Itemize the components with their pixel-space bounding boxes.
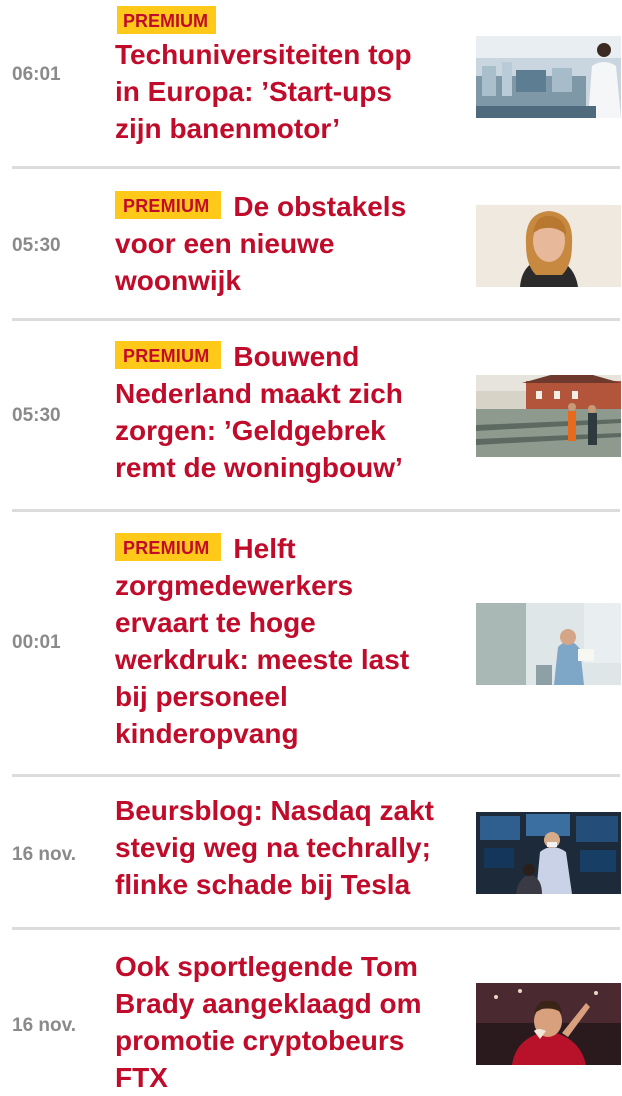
portrait-image	[476, 205, 621, 287]
article-time: 06:01	[12, 64, 61, 85]
article-time: 16 nov.	[12, 844, 77, 865]
article-title-text: Helft zorgmedewerkers ervaart te hoge we…	[115, 533, 410, 749]
healthcare-worker-image	[476, 603, 621, 685]
article-title[interactable]: Ook sportlegende Tom Brady aangeklaagd o…	[115, 948, 435, 1096]
article-time: 05:30	[12, 235, 61, 256]
article-title[interactable]: Techuniversiteiten top in Europa: ’Start…	[115, 36, 435, 147]
stock-exchange-image	[476, 812, 621, 894]
article-time: 05:30	[12, 405, 61, 426]
article-title[interactable]: PREMIUM De obstakels voor een nieuwe woon…	[115, 188, 435, 299]
article-title[interactable]: Beursblog: Nasdaq zakt stevig weg na tec…	[115, 792, 435, 903]
article-item[interactable]: 16 nov. Ook sportlegende Tom Brady aange…	[12, 930, 621, 1096]
premium-badge: PREMIUM	[115, 191, 222, 219]
article-item[interactable]: 05:30 PREMIUM De obstakels voor een nieuw…	[12, 169, 621, 319]
stock-exchange-photo[interactable]	[476, 812, 621, 894]
article-time: 00:01	[12, 632, 61, 653]
article-item[interactable]: 06:01 Techuniversiteiten top in Europa: …	[12, 0, 621, 160]
football-player-photo[interactable]	[476, 983, 621, 1065]
premium-badge: PREMIUM	[115, 533, 222, 561]
football-player-image	[476, 983, 621, 1065]
article-item[interactable]: 05:30 PREMIUM Bouwend Nederland maakt zic…	[12, 321, 621, 509]
article-item[interactable]: 16 nov. Beursblog: Nasdaq zakt stevig we…	[12, 777, 621, 927]
article-title[interactable]: PREMIUM Bouwend Nederland maakt zich zorg…	[115, 338, 435, 486]
article-time: 16 nov.	[12, 1015, 77, 1036]
construction-site-image	[476, 375, 621, 457]
healthcare-worker-photo[interactable]	[476, 603, 621, 685]
laboratory-image	[476, 36, 621, 118]
laboratory-photo[interactable]	[476, 36, 621, 118]
premium-badge: PREMIUM	[115, 341, 222, 369]
article-item[interactable]: 00:01 PREMIUM Helft zorgmedewerkers ervaa…	[12, 512, 621, 774]
article-title[interactable]: PREMIUM Helft zorgmedewerkers ervaart te …	[115, 530, 435, 752]
portrait-photo[interactable]	[476, 205, 621, 287]
construction-site-photo[interactable]	[476, 375, 621, 457]
